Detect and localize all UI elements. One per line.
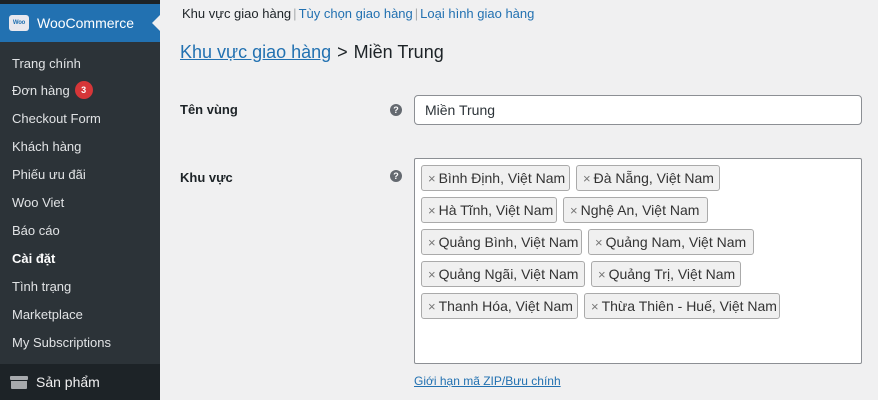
- region-tag: × Thừa Thiên - Huế, Việt Nam: [584, 293, 780, 319]
- menu-item-label: Cài đặt: [12, 250, 56, 266]
- remove-tag-icon[interactable]: ×: [428, 203, 436, 218]
- menu-item-home[interactable]: Trang chính: [12, 53, 81, 73]
- region-tag-label: Quảng Bình, Việt Nam: [438, 234, 579, 250]
- tab-shipping-classes[interactable]: Loại hình giao hàng: [420, 6, 534, 21]
- region-tag: × Thanh Hóa, Việt Nam: [421, 293, 578, 319]
- region-tag-label: Thừa Thiên - Huế, Việt Nam: [601, 298, 777, 314]
- zone-name-title: Miền Trung: [353, 42, 444, 62]
- menu-item-label: Báo cáo: [12, 222, 60, 238]
- zone-name-input[interactable]: [414, 95, 862, 125]
- region-tag-label: Thanh Hóa, Việt Nam: [438, 298, 573, 314]
- remove-tag-icon[interactable]: ×: [428, 299, 436, 314]
- menu-item-label: Phiếu ưu đãi: [12, 166, 86, 182]
- region-tag-label: Đà Nẵng, Việt Nam: [593, 170, 714, 186]
- menu-item-label: My Subscriptions: [12, 334, 111, 350]
- region-tag-label: Nghệ An, Việt Nam: [580, 202, 700, 218]
- menu-item-label: Trang chính: [12, 55, 81, 71]
- tab-separator: |: [293, 6, 297, 21]
- region-tag: × Đà Nẵng, Việt Nam: [576, 165, 720, 191]
- tab-separator: |: [414, 6, 419, 21]
- menu-item-orders[interactable]: Đơn hàng 3: [12, 80, 93, 100]
- page-title: Khu vực giao hàng > Miền Trung: [180, 42, 444, 63]
- menu-item-my-subscriptions[interactable]: My Subscriptions: [12, 332, 111, 352]
- remove-tag-icon[interactable]: ×: [583, 171, 591, 186]
- zone-regions-select[interactable]: × Bình Định, Việt Nam × Đà Nẵng, Việt Nam …: [414, 158, 862, 364]
- region-tag: × Quảng Trị, Việt Nam: [591, 261, 741, 287]
- menu-item-label: Khách hàng: [12, 138, 82, 154]
- menu-item-label: Tình trạng: [12, 278, 72, 294]
- menu-item-label: Sản phẩm: [36, 374, 100, 390]
- menu-item-products[interactable]: Sản phẩm: [0, 364, 160, 400]
- archive-box-icon: [10, 375, 28, 389]
- menu-item-reports[interactable]: Báo cáo: [12, 220, 60, 240]
- help-icon[interactable]: ?: [390, 104, 402, 116]
- region-tag-label: Quảng Trị, Việt Nam: [608, 266, 736, 282]
- remove-tag-icon[interactable]: ×: [570, 203, 578, 218]
- limit-zip-postcodes-link[interactable]: Giới hạn mã ZIP/Bưu chính: [414, 374, 561, 388]
- remove-tag-icon[interactable]: ×: [598, 267, 606, 282]
- region-tag-label: Quảng Nam, Việt Nam: [605, 234, 747, 250]
- region-tag-label: Hà Tĩnh, Việt Nam: [438, 202, 554, 218]
- menu-item-coupons[interactable]: Phiếu ưu đãi: [12, 164, 86, 184]
- tab-shipping-options[interactable]: Tùy chọn giao hàng: [299, 6, 413, 21]
- menu-item-settings[interactable]: Cài đặt: [12, 248, 55, 268]
- help-icon[interactable]: ?: [390, 170, 402, 182]
- woocommerce-submenu: Trang chính Đơn hàng 3 Checkout Form Khác…: [0, 42, 160, 364]
- zone-name-label: Tên vùng: [180, 102, 238, 117]
- orders-count-badge: 3: [74, 81, 93, 99]
- menu-item-marketplace[interactable]: Marketplace: [12, 304, 83, 324]
- shipping-subnav: Khu vực giao hàng | Tùy chọn giao hàng |…: [182, 6, 534, 21]
- region-tag: × Bình Định, Việt Nam: [421, 165, 570, 191]
- remove-tag-icon[interactable]: ×: [595, 235, 603, 250]
- remove-tag-icon[interactable]: ×: [428, 171, 436, 186]
- region-tag: × Quảng Nam, Việt Nam: [588, 229, 754, 255]
- region-tag: × Quảng Bình, Việt Nam: [421, 229, 582, 255]
- menu-item-label: Woo Viet: [12, 194, 65, 210]
- menu-item-customers[interactable]: Khách hàng: [12, 136, 81, 156]
- woocommerce-logo-icon: Woo: [9, 15, 29, 31]
- woocommerce-menu-title: WooCommerce: [37, 15, 134, 31]
- menu-item-woo-viet[interactable]: Woo Viet: [12, 192, 64, 212]
- breadcrumb-separator: >: [337, 42, 348, 62]
- main-content: Khu vực giao hàng | Tùy chọn giao hàng |…: [160, 0, 878, 400]
- zone-regions-label: Khu vực: [180, 170, 233, 185]
- admin-sidebar: Woo WooCommerce Trang chính Đơn hàng 3 Ch…: [0, 0, 160, 400]
- woocommerce-menu-header[interactable]: Woo WooCommerce: [0, 4, 160, 42]
- breadcrumb-shipping-zones-link[interactable]: Khu vực giao hàng: [180, 42, 331, 63]
- menu-item-checkout-form[interactable]: Checkout Form: [12, 108, 101, 128]
- region-tag: × Hà Tĩnh, Việt Nam: [421, 197, 557, 223]
- menu-item-status[interactable]: Tình trạng: [12, 276, 71, 296]
- menu-item-label: Checkout Form: [12, 110, 101, 126]
- menu-item-label: Marketplace: [12, 306, 83, 322]
- region-tag-label: Quảng Ngãi, Việt Nam: [438, 266, 579, 282]
- tab-shipping-zones[interactable]: Khu vực giao hàng: [182, 6, 291, 21]
- region-tag: × Quảng Ngãi, Việt Nam: [421, 261, 585, 287]
- region-tag-label: Bình Định, Việt Nam: [438, 170, 566, 186]
- region-tag: × Nghệ An, Việt Nam: [563, 197, 708, 223]
- menu-item-label: Đơn hàng: [12, 82, 70, 98]
- remove-tag-icon[interactable]: ×: [428, 235, 436, 250]
- remove-tag-icon[interactable]: ×: [591, 299, 599, 314]
- remove-tag-icon[interactable]: ×: [428, 267, 436, 282]
